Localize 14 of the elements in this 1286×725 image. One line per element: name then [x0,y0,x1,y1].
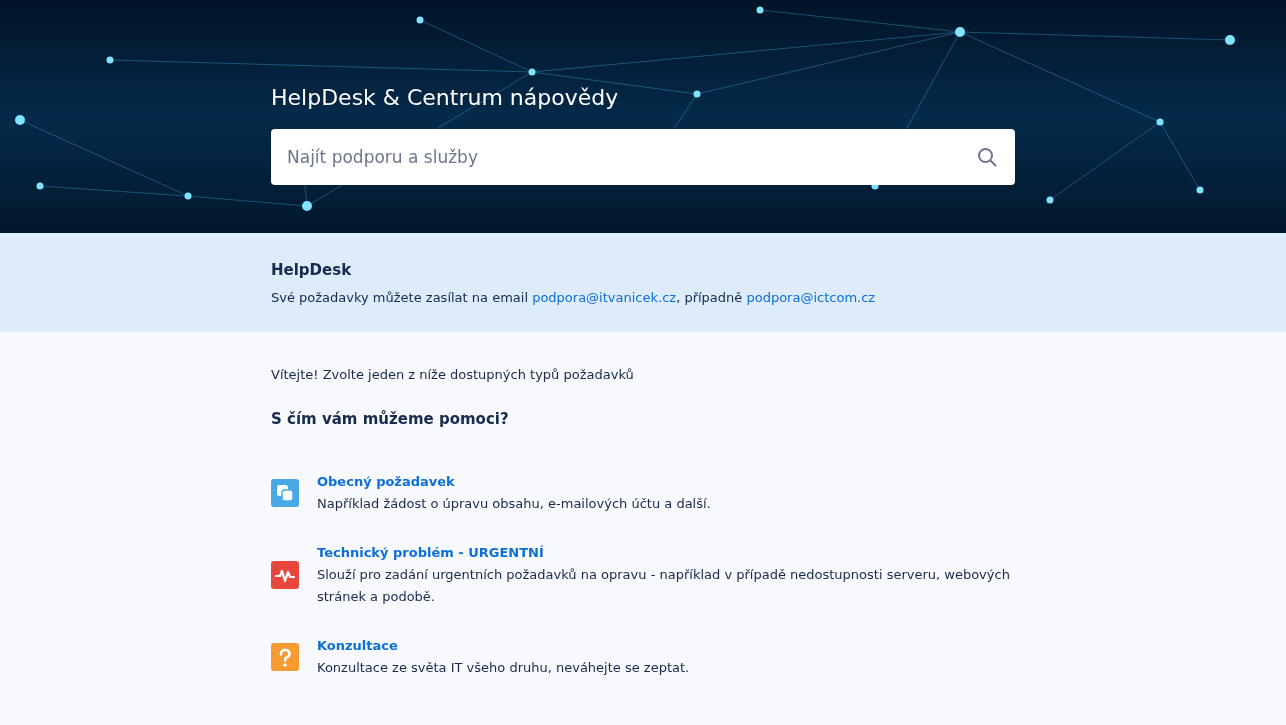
request-type-link[interactable]: Obecný požadavek [317,471,455,493]
request-type-link[interactable]: Technický problém - URGENTNÍ [317,542,544,564]
welcome-text: Vítejte! Zvolte jeden z níže dostupných typů požadavků [271,366,635,384]
section-heading: S čím vám můžeme pomoci? [271,409,510,429]
request-type-link[interactable]: Konzultace [317,635,398,657]
request-type-description: Slouží pro zadání urgentních požadavků na opravu - například v případě nedostupnosti serveru, webových stránek a podobě. [317,566,1011,606]
notice-text: Své požadavky můžete zasílat na email podpora@itvanicek.cz, případně podpora@ictcom.cz [271,289,877,307]
search-icon[interactable] [977,147,997,167]
search-field[interactable]: Najít podporu a služby [271,129,1015,185]
request-type-description: Například žádost o úpravu obsahu, e-mailových účtu a další. [317,495,712,513]
notice-title: HelpDesk [271,260,353,280]
page-title: HelpDesk & Centrum nápovědy [271,84,620,112]
request-type-description: Konzultace ze světa IT všeho druhu, neváhejte se zeptat. [317,659,691,677]
email-link[interactable]: podpora@ictcom.cz [746,290,876,305]
